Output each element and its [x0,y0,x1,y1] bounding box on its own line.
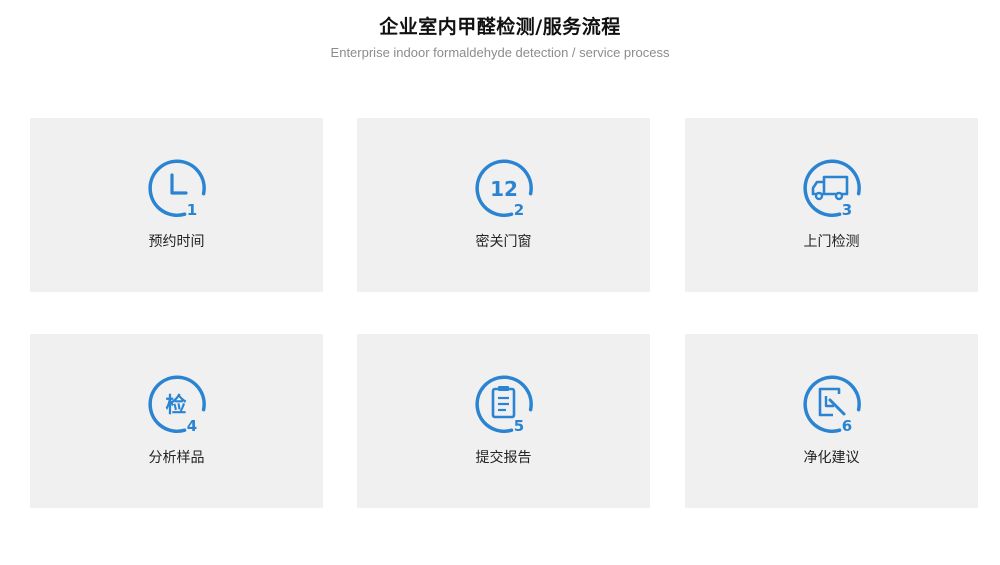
step-card-1[interactable]: 1 预约时间 [30,118,323,292]
step-icon-text-2: 12 [490,177,518,201]
analysis-icon: 检 4 [146,374,208,436]
clock-icon: 1 [146,158,208,220]
step-number-1: 1 [187,201,197,219]
page-subtitle: Enterprise indoor formaldehyde detection… [330,45,670,60]
step-card-2[interactable]: 12 2 密关门窗 [357,118,650,292]
truck-icon: 3 [801,158,863,220]
step-label-3: 上门检测 [803,234,860,250]
step-label-2: 密关门窗 [475,234,532,250]
step-number-2: 2 [514,201,524,219]
edit-icon: 6 [801,374,863,436]
step-number-5: 5 [514,417,524,435]
step-label-4: 分析样品 [148,450,205,466]
step-icon-text-4: 检 [166,393,187,417]
clipboard-icon: 5 [473,374,535,436]
step-card-5[interactable]: 5 提交报告 [357,334,650,508]
step-card-4[interactable]: 检 4 分析样品 [30,334,323,508]
step-number-4: 4 [187,417,197,435]
page-title: 企业室内甲醛检测/服务流程 [379,16,621,38]
clock-12-icon: 12 2 [473,158,535,220]
step-card-3[interactable]: 3 上门检测 [685,118,978,292]
step-label-1: 预约时间 [148,234,205,250]
step-number-6: 6 [842,417,852,435]
step-card-6[interactable]: 6 净化建议 [685,334,978,508]
step-label-5: 提交报告 [475,450,532,466]
step-label-6: 净化建议 [803,450,860,466]
step-number-3: 3 [842,201,852,219]
